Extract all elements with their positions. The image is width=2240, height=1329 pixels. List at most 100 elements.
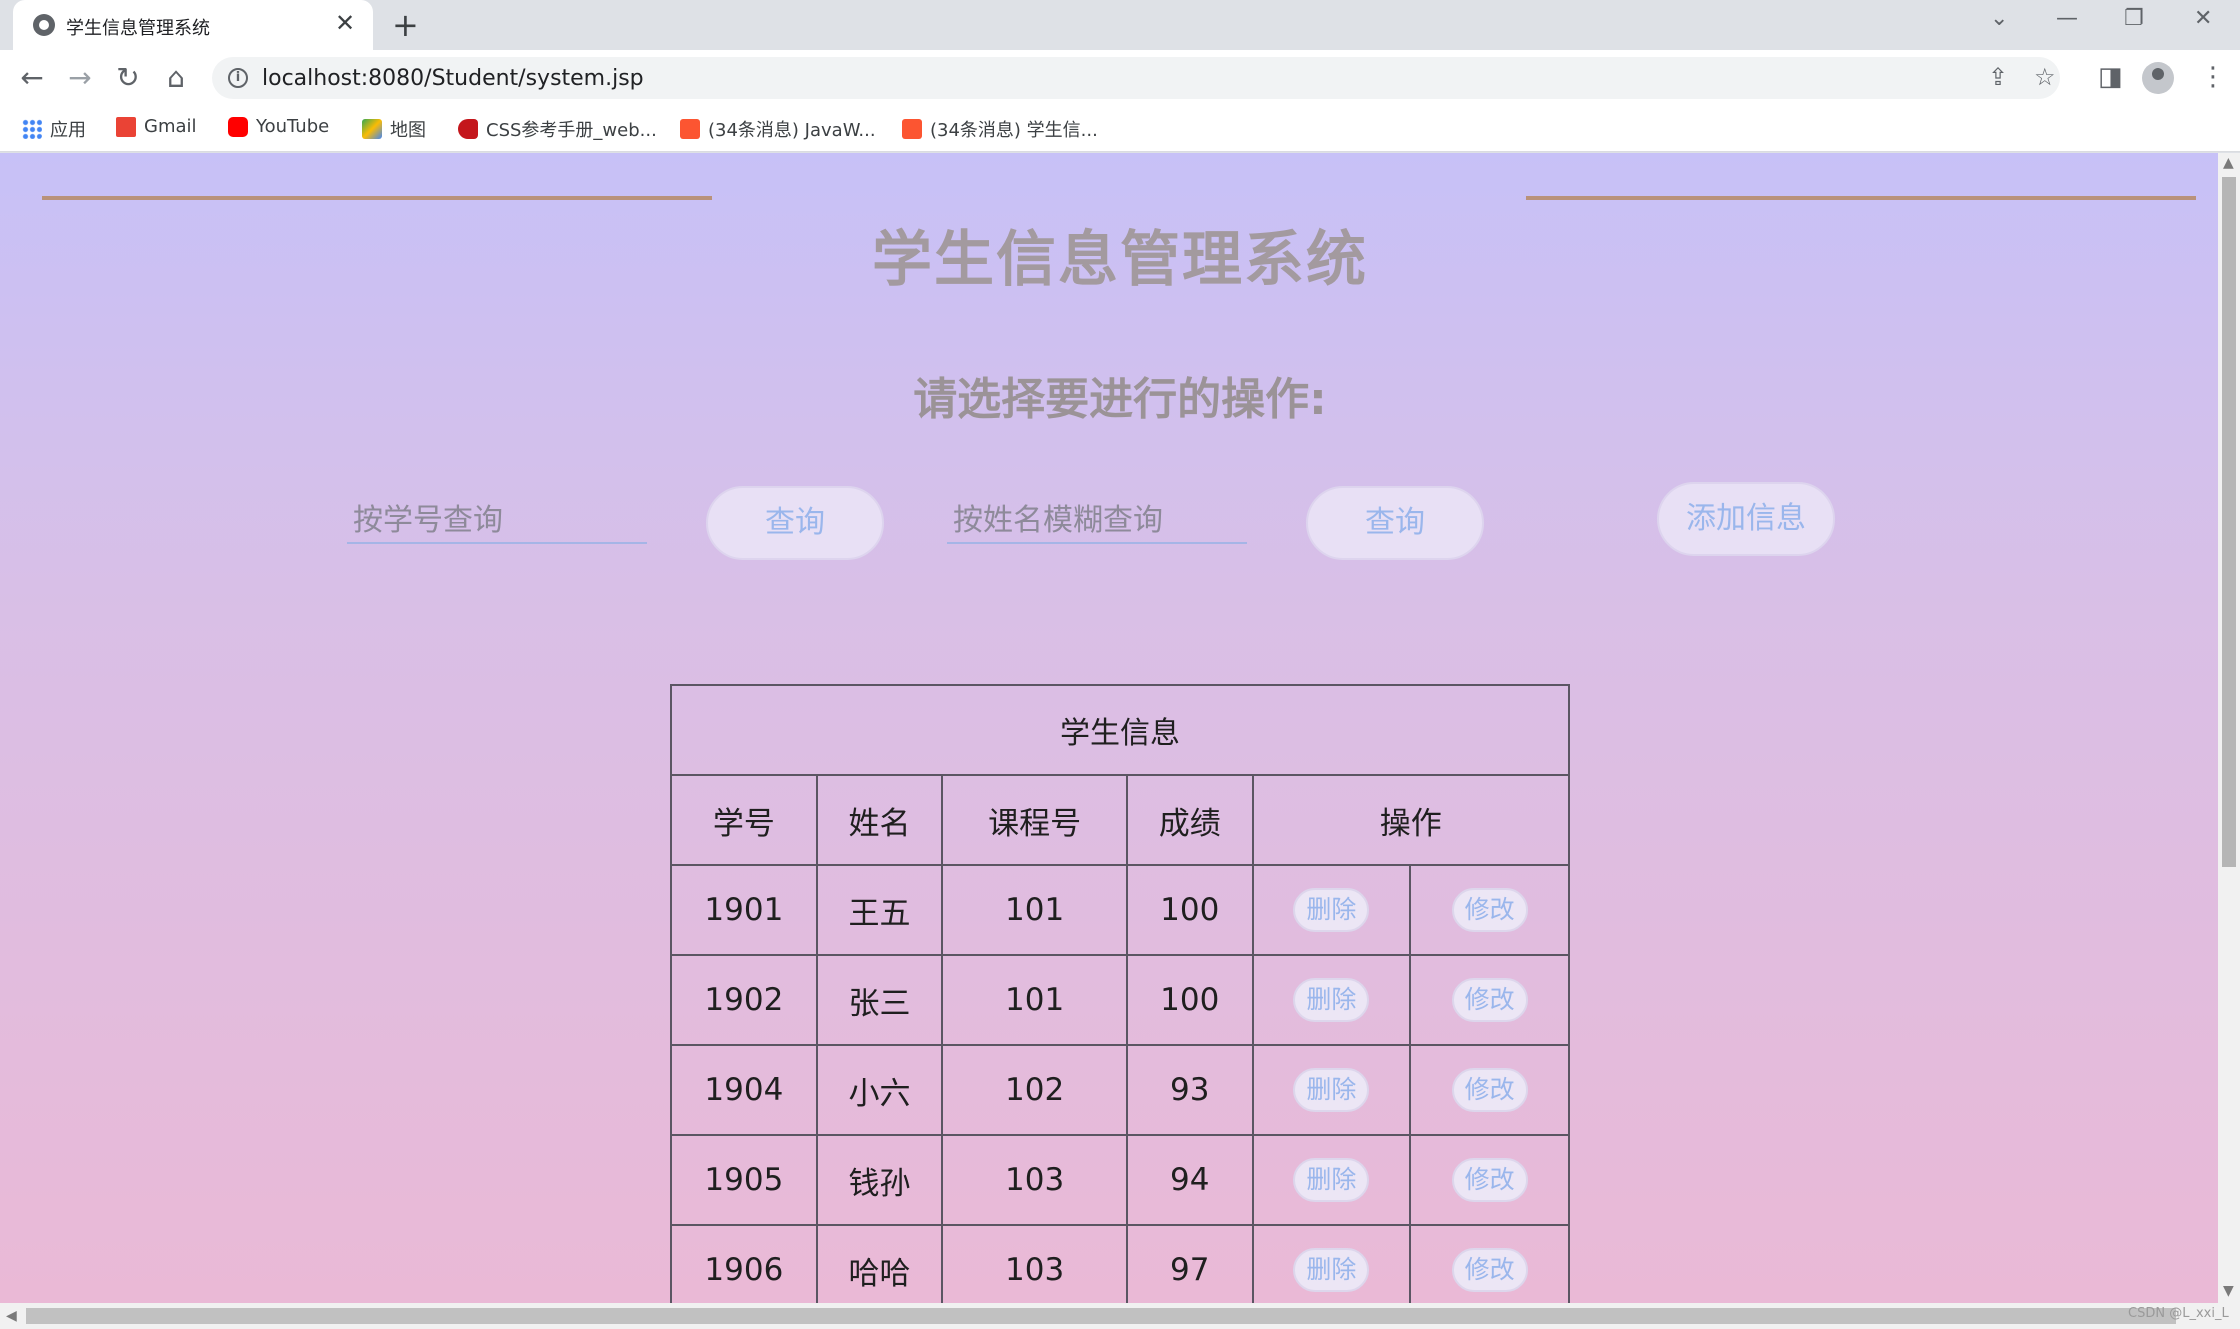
header-student-id: 学号: [670, 774, 818, 866]
delete-button[interactable]: 删除: [1293, 1158, 1370, 1202]
browser-toolbar: ← → ↻ ⌂ i localhost:8080/Student/system.…: [0, 50, 2240, 106]
horizontal-scrollbar[interactable]: ◀: [0, 1303, 2240, 1329]
site-info-icon[interactable]: i: [228, 68, 248, 88]
cell-edit: 修改: [1409, 1224, 1570, 1303]
table-row: 1905 钱孙 103 94 删除 修改: [670, 1134, 1570, 1226]
bookmarks-bar: 应用 Gmail YouTube 地图 CSS参考手册_web... (34条消…: [0, 106, 2240, 152]
tab-title: 学生信息管理系统: [66, 18, 210, 39]
table-row: 1901 王五 101 100 删除 修改: [670, 864, 1570, 956]
restore-icon[interactable]: ❐: [2124, 6, 2144, 31]
cell-student-id: 1902: [670, 954, 818, 1046]
cell-course-id: 103: [941, 1224, 1128, 1303]
bookmark-apps[interactable]: 应用: [22, 116, 86, 142]
page-title: 学生信息管理系统: [872, 225, 1368, 295]
scroll-down-icon[interactable]: ▼: [2223, 1283, 2234, 1299]
search-by-id-input[interactable]: [347, 498, 647, 544]
cell-edit: 修改: [1409, 954, 1570, 1046]
side-panel-icon[interactable]: ◨: [2098, 62, 2123, 92]
css-site-icon: [458, 119, 478, 139]
bookmark-css-reference[interactable]: CSS参考手册_web...: [458, 116, 657, 142]
browser-tab[interactable]: 学生信息管理系统 ✕: [13, 0, 373, 50]
cell-delete: 删除: [1251, 1044, 1412, 1136]
student-table: 学生信息 学号 姓名 课程号 成绩 操作 1901 王五 101 100 删除 …: [670, 684, 1571, 1303]
cell-edit: 修改: [1409, 1044, 1570, 1136]
query-by-id-button[interactable]: 查询: [706, 486, 884, 560]
horizontal-scroll-thumb[interactable]: [26, 1308, 2176, 1324]
table-header-row: 学号 姓名 课程号 成绩 操作: [670, 774, 1571, 866]
edit-button[interactable]: 修改: [1451, 1248, 1528, 1292]
cell-name: 钱孙: [815, 1134, 944, 1226]
csdn-icon: [680, 119, 700, 139]
bookmark-gmail[interactable]: Gmail: [116, 116, 197, 137]
new-tab-button[interactable]: +: [392, 6, 419, 44]
cell-name: 王五: [815, 864, 944, 956]
youtube-icon: [228, 116, 248, 137]
window-close-icon[interactable]: ✕: [2194, 6, 2212, 31]
query-by-name-button[interactable]: 查询: [1306, 486, 1484, 560]
csdn-icon: [902, 119, 922, 139]
bookmark-star-icon[interactable]: ☆: [2034, 63, 2056, 91]
bookmark-csdn-java[interactable]: (34条消息) JavaW...: [680, 116, 876, 142]
table-row: 1906 哈哈 103 97 删除 修改: [670, 1224, 1570, 1303]
cell-score: 100: [1125, 954, 1254, 1046]
apps-grid-icon: [22, 119, 42, 139]
cell-name: 哈哈: [815, 1224, 944, 1303]
url-text: localhost:8080/Student/system.jsp: [262, 66, 644, 91]
cell-delete: 删除: [1251, 1134, 1412, 1226]
table-caption-row: 学生信息: [670, 684, 1570, 776]
decorative-line-right: [1526, 196, 2196, 200]
cell-student-id: 1904: [670, 1044, 818, 1136]
vertical-scrollbar[interactable]: ▲ ▼: [2218, 153, 2240, 1303]
profile-avatar-icon[interactable]: [2142, 62, 2174, 94]
back-icon[interactable]: ←: [14, 60, 50, 96]
close-tab-icon[interactable]: ✕: [335, 9, 355, 37]
cell-name: 张三: [815, 954, 944, 1046]
header-actions: 操作: [1251, 774, 1571, 866]
delete-button[interactable]: 删除: [1293, 888, 1370, 932]
cell-score: 94: [1125, 1134, 1254, 1226]
table-row: 1904 小六 102 93 删除 修改: [670, 1044, 1570, 1136]
table-caption: 学生信息: [670, 684, 1570, 776]
header-name: 姓名: [815, 774, 944, 866]
cell-delete: 删除: [1251, 954, 1412, 1046]
edit-button[interactable]: 修改: [1451, 978, 1528, 1022]
page-subtitle: 请选择要进行的操作:: [913, 374, 1327, 425]
menu-kebab-icon[interactable]: ⋮: [2200, 62, 2226, 92]
scroll-left-icon[interactable]: ◀: [6, 1308, 17, 1324]
bookmark-youtube[interactable]: YouTube: [228, 116, 329, 137]
cell-course-id: 103: [941, 1134, 1128, 1226]
share-icon[interactable]: ⇪: [1988, 63, 2008, 91]
watermark: CSDN @L_xxi_L: [2128, 1306, 2229, 1321]
header-score: 成绩: [1125, 774, 1254, 866]
bookmark-maps[interactable]: 地图: [362, 116, 426, 142]
edit-button[interactable]: 修改: [1451, 1068, 1528, 1112]
delete-button[interactable]: 删除: [1293, 1248, 1370, 1292]
reload-icon[interactable]: ↻: [110, 60, 146, 96]
forward-icon[interactable]: →: [62, 60, 98, 96]
decorative-line-left: [42, 196, 712, 200]
cell-score: 93: [1125, 1044, 1254, 1136]
search-by-name-input[interactable]: [947, 498, 1247, 544]
home-icon[interactable]: ⌂: [158, 60, 194, 96]
table-row: 1902 张三 101 100 删除 修改: [670, 954, 1570, 1046]
delete-button[interactable]: 删除: [1293, 1068, 1370, 1112]
edit-button[interactable]: 修改: [1451, 1158, 1528, 1202]
cell-edit: 修改: [1409, 1134, 1570, 1226]
delete-button[interactable]: 删除: [1293, 978, 1370, 1022]
scroll-up-icon[interactable]: ▲: [2223, 155, 2234, 171]
cell-name: 小六: [815, 1044, 944, 1136]
tab-search-icon[interactable]: ⌄: [1990, 6, 2008, 31]
maps-icon: [362, 119, 382, 139]
gmail-icon: [116, 116, 136, 137]
cell-edit: 修改: [1409, 864, 1570, 956]
minimize-icon[interactable]: —: [2056, 6, 2078, 31]
add-info-button[interactable]: 添加信息: [1657, 482, 1835, 556]
page-content: 学生信息管理系统 请选择要进行的操作: 查询 查询 添加信息 学生信息 学号 姓…: [0, 153, 2218, 1303]
tab-strip: 学生信息管理系统 ✕ + ⌄ — ❐ ✕: [0, 0, 2240, 50]
edit-button[interactable]: 修改: [1451, 888, 1528, 932]
vertical-scroll-thumb[interactable]: [2222, 177, 2236, 867]
address-bar[interactable]: i localhost:8080/Student/system.jsp ⇪ ☆: [212, 57, 2060, 99]
globe-icon: [33, 14, 55, 36]
cell-delete: 删除: [1251, 864, 1412, 956]
bookmark-csdn-student[interactable]: (34条消息) 学生信...: [902, 116, 1098, 142]
